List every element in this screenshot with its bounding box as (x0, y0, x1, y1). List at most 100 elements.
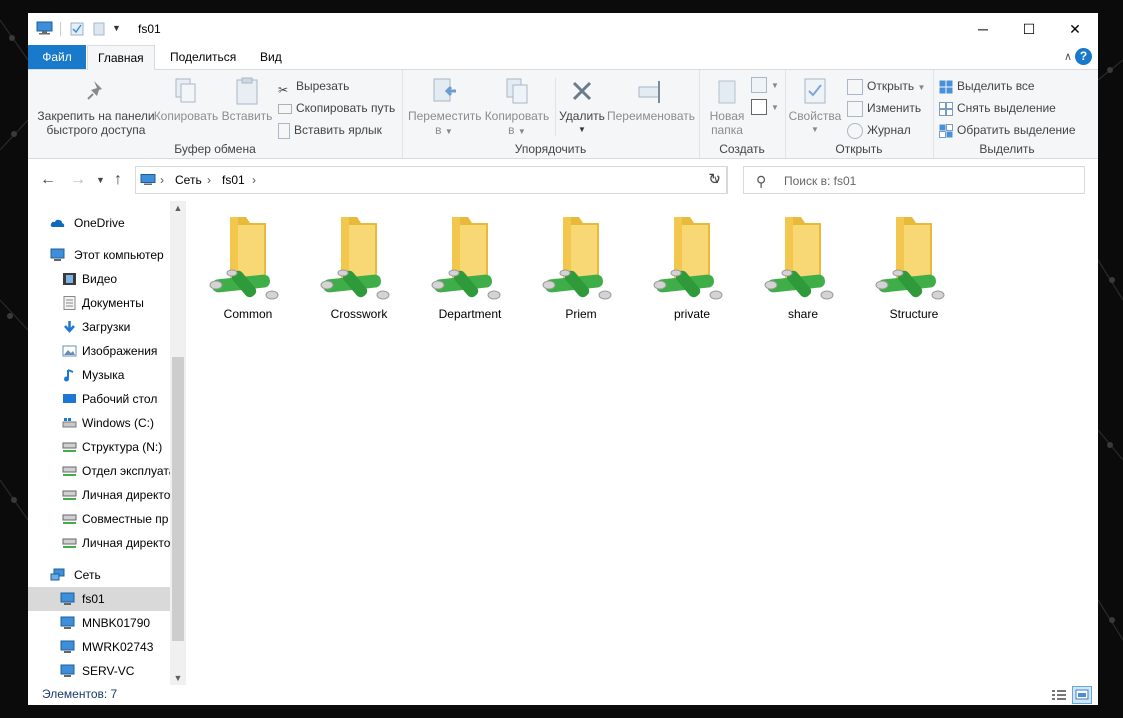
search-placeholder: Поиск в: fs01 (784, 174, 857, 188)
rename-icon (638, 81, 660, 103)
nav-item-onedrive[interactable]: OneDrive (28, 211, 170, 235)
tab-share[interactable]: Поделиться (160, 45, 246, 69)
shared-folder-icon (542, 217, 612, 300)
shared-folder-share[interactable]: share (755, 211, 851, 321)
address-bar[interactable]: › Сеть › fs01 › ∨ (135, 166, 728, 194)
tab-view[interactable]: Вид (250, 45, 292, 69)
open-label: Открыть (867, 79, 915, 93)
nav-item-this-pc[interactable]: Этот компьютер (28, 243, 170, 267)
collapse-ribbon-icon[interactable]: ∧ (1064, 50, 1072, 63)
nav-item-mwrk02743[interactable]: MWRK02743 (28, 635, 170, 659)
folder-label: Structure (889, 307, 939, 321)
move-to-label-line1: Переместить (408, 109, 482, 123)
tab-file[interactable]: Файл (28, 45, 86, 69)
tab-home[interactable]: Главная (87, 45, 155, 71)
nav-item-serv-vc[interactable]: SERV-VC (28, 659, 170, 683)
nav-item-windows-c[interactable]: Windows (C:) (28, 411, 170, 435)
scroll-up-icon[interactable]: ▲ (170, 203, 186, 213)
delete-button[interactable]: Удалить ▼ (558, 72, 606, 137)
nav-item-network-drive[interactable]: Совместные пр (28, 507, 170, 531)
nav-item-mnbk01790[interactable]: MNBK01790 (28, 611, 170, 635)
open-group: Свойства ▼ Открыть ▼ Изменить Журнал Отк… (785, 70, 934, 158)
copy-path-button[interactable]: Скопировать путь (278, 98, 395, 118)
computer-icon (50, 248, 65, 261)
breadcrumb-separator-icon[interactable]: › (252, 173, 256, 187)
customize-quick-access-icon[interactable]: ▼ (112, 23, 121, 33)
new-item-button[interactable]: ▼ (751, 74, 779, 94)
breadcrumb-fs01[interactable]: fs01 (222, 173, 245, 187)
back-arrow-icon[interactable]: ← (40, 171, 56, 189)
cut-button[interactable]: ✂ Вырезать (278, 76, 350, 97)
minimize-button[interactable]: ─ (960, 13, 1006, 45)
nav-item-video[interactable]: Видео (28, 267, 170, 291)
rename-button[interactable]: Переименовать (606, 72, 696, 123)
select-all-button[interactable]: Выделить все (939, 76, 1035, 96)
copy-to-button[interactable]: Копировать в ▼ (482, 72, 552, 139)
recent-locations-icon[interactable]: ▼ (96, 175, 105, 185)
large-icons-view-icon[interactable] (1072, 686, 1092, 704)
cloud-icon (50, 219, 65, 227)
new-folder-button[interactable]: Новая папка (703, 72, 751, 137)
documents-icon (63, 296, 76, 310)
nav-item-documents[interactable]: Документы (28, 291, 170, 315)
scrollbar-thumb[interactable] (172, 357, 184, 641)
forward-arrow-icon[interactable]: → (70, 171, 86, 189)
nav-item-structure-n[interactable]: Структура (N:) (28, 435, 170, 459)
paste-shortcut-button[interactable]: Вставить ярлык (278, 120, 382, 140)
nav-item-desktop[interactable]: Рабочий стол (28, 387, 170, 411)
pin-quick-access-button[interactable]: Закрепить на панели быстрого доступа (34, 72, 158, 137)
nav-item-fs01[interactable]: fs01 (28, 587, 170, 611)
shared-folder-priem[interactable]: Priem (533, 211, 629, 321)
copy-button[interactable]: Копировать (152, 72, 220, 123)
properties-dropdown-icon: ▼ (811, 125, 819, 134)
paste-button[interactable]: Вставить (220, 72, 274, 123)
titlebar-separator (60, 22, 61, 36)
select-all-label: Выделить все (957, 79, 1035, 93)
breadcrumb-network[interactable]: Сеть (175, 173, 202, 187)
properties-quick-access-icon[interactable] (70, 22, 84, 36)
copy-path-icon (278, 103, 292, 114)
new-folder-quick-access-icon[interactable] (93, 22, 105, 36)
help-icon[interactable]: ? (1075, 48, 1092, 65)
move-to-button[interactable]: Переместить в ▼ (408, 72, 482, 139)
nav-item-network-drive[interactable]: Личная директо (28, 483, 170, 507)
nav-scrollbar[interactable]: ▲ ▼ (170, 201, 186, 685)
invert-selection-button[interactable]: Обратить выделение (939, 120, 1076, 140)
copy-icon (175, 78, 196, 103)
scroll-down-icon[interactable]: ▼ (170, 673, 186, 683)
shared-folder-private[interactable]: private (644, 211, 740, 321)
refresh-button[interactable]: ↻ (703, 166, 727, 194)
cut-label: Вырезать (296, 79, 350, 93)
folder-label: share (787, 307, 819, 321)
edit-button[interactable]: Изменить (847, 98, 921, 118)
select-none-button[interactable]: Снять выделение (939, 98, 1056, 118)
scissors-icon: ✂ (278, 82, 289, 97)
nav-item-music[interactable]: Музыка (28, 363, 170, 387)
new-group: Новая папка ▼ ▼ Создать (699, 70, 786, 158)
breadcrumb-separator-icon[interactable]: › (207, 173, 211, 187)
history-button[interactable]: Журнал (847, 120, 911, 140)
search-box[interactable]: ⚲ Поиск в: fs01 (743, 166, 1085, 194)
shared-folder-department[interactable]: Department (422, 211, 518, 321)
shared-folder-common[interactable]: Common (200, 211, 296, 321)
folder-label: Priem (565, 307, 597, 321)
shared-folder-crosswork[interactable]: Crosswork (311, 211, 407, 321)
details-view-icon[interactable] (1050, 687, 1068, 703)
nav-item-downloads[interactable]: Загрузки (28, 315, 170, 339)
nav-item-network-drive[interactable]: Отдел эксплуата (28, 459, 170, 483)
nav-item-network[interactable]: Сеть (28, 563, 170, 587)
close-button[interactable]: ✕ (1052, 13, 1098, 45)
shared-folder-icon (320, 217, 390, 300)
easy-access-button[interactable]: ▼ (751, 96, 779, 116)
nav-item-network-drive[interactable]: Личная директо (28, 531, 170, 555)
invert-selection-icon (939, 123, 953, 138)
up-arrow-icon[interactable]: ↑ (114, 171, 122, 189)
copy-path-label: Скопировать путь (296, 101, 396, 115)
copy-to-icon (506, 78, 528, 104)
maximize-button[interactable]: ☐ (1006, 13, 1052, 45)
open-button[interactable]: Открыть ▼ (847, 76, 925, 96)
ribbon: Закрепить на панели быстрого доступа Коп… (28, 70, 1098, 159)
nav-item-pictures[interactable]: Изображения (28, 339, 170, 363)
properties-button[interactable]: Свойства ▼ (787, 72, 843, 137)
shared-folder-structure[interactable]: Structure (866, 211, 962, 321)
